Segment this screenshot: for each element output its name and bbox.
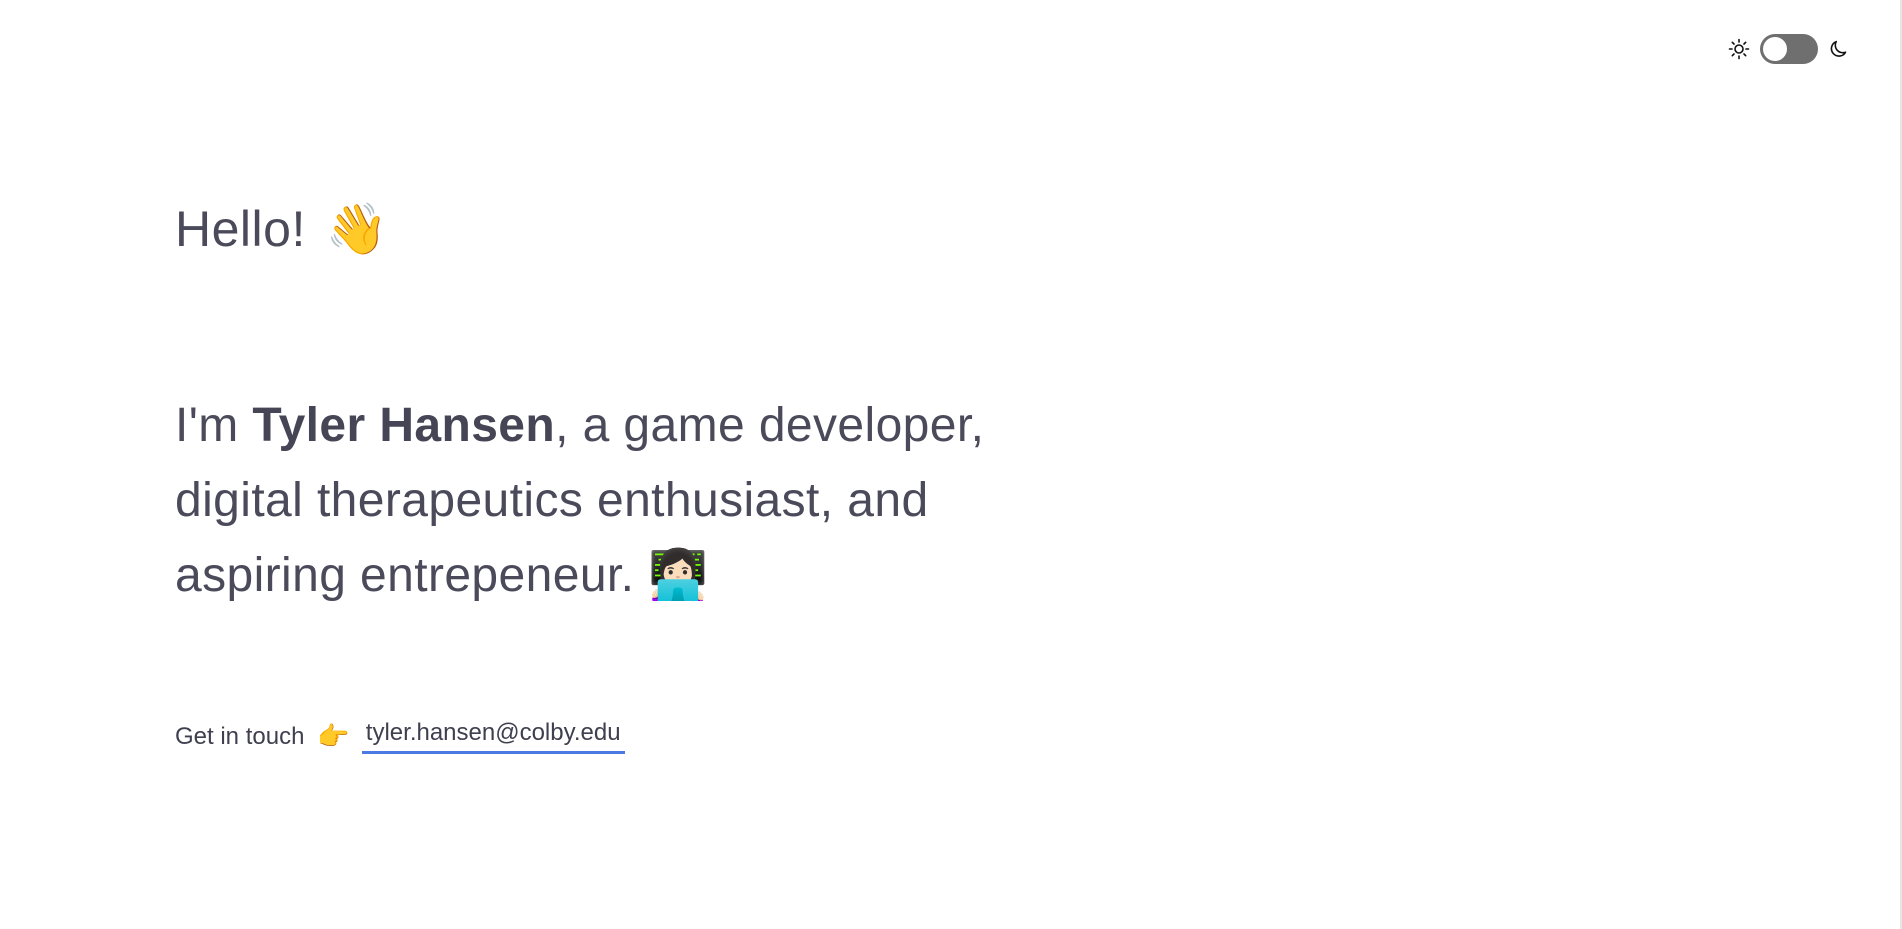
intro-text: I'm Tyler Hansen, a game developer, digi… <box>175 388 1055 613</box>
moon-icon <box>1828 38 1850 60</box>
sun-icon <box>1728 38 1750 60</box>
theme-switch <box>1728 34 1850 64</box>
author-name: Tyler Hansen <box>252 399 556 452</box>
waving-hand-icon: 👋 <box>325 200 389 258</box>
greeting-text: Hello! <box>175 201 306 257</box>
technologist-icon: 👩🏻‍💻 <box>648 547 709 603</box>
pointing-right-icon: 👉 <box>317 721 350 752</box>
dark-mode-toggle[interactable] <box>1760 34 1818 64</box>
greeting-heading: Hello! 👋 <box>175 200 389 259</box>
toggle-knob <box>1763 37 1787 61</box>
email-link[interactable]: tyler.hansen@colby.edu <box>361 719 625 754</box>
contact-row: Get in touch 👉 tyler.hansen@colby.edu <box>175 719 625 754</box>
intro-prefix: I'm <box>175 399 253 452</box>
contact-label: Get in touch <box>175 722 305 750</box>
